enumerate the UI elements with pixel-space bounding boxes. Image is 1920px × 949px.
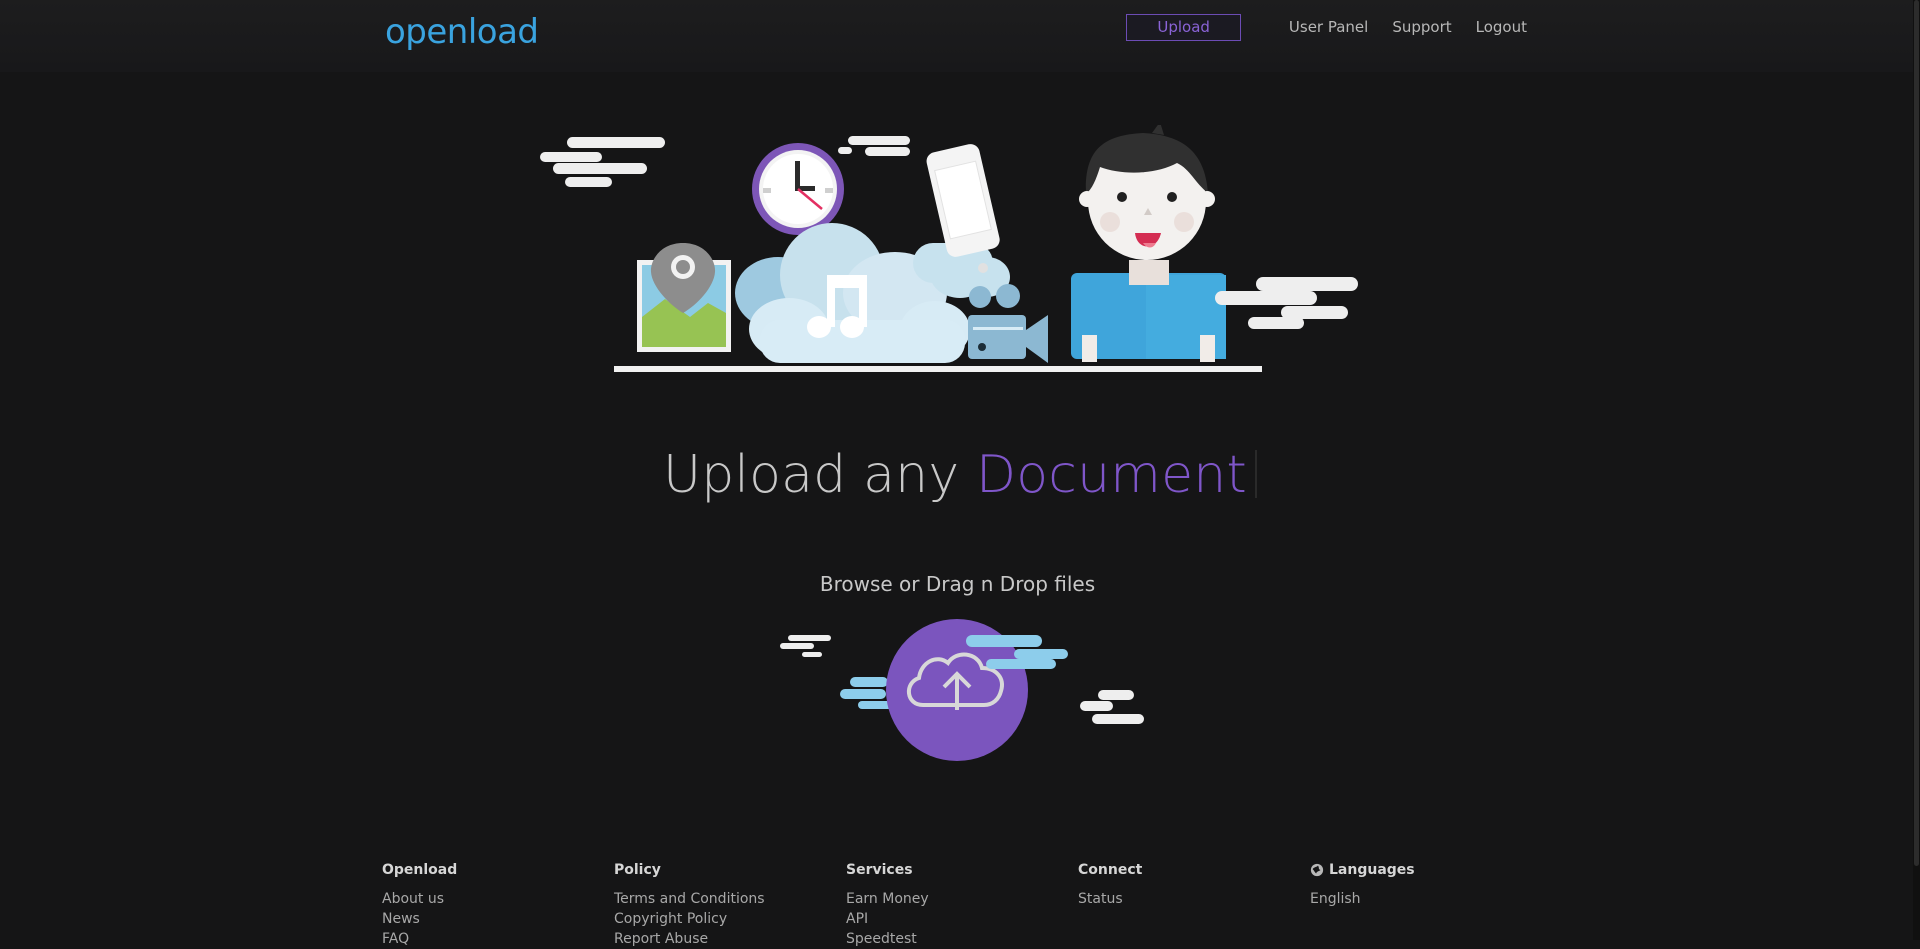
upload-speed-clouds-left <box>780 635 896 709</box>
faq-link[interactable]: FAQ <box>382 929 614 949</box>
text-caret <box>1255 450 1258 498</box>
left-speed-clouds <box>540 137 665 187</box>
site-footer: Openload About us News FAQ Policy Terms … <box>382 862 1542 949</box>
about-us-link[interactable]: About us <box>382 889 614 909</box>
footer-connect-column: Connect Status <box>1078 862 1310 949</box>
footer-services-column: Services Earn Money API Speedtest <box>846 862 1078 949</box>
english-language-link[interactable]: English <box>1310 889 1542 909</box>
footer-services-title: Services <box>846 862 913 878</box>
page-scrollbar[interactable] <box>1913 0 1920 940</box>
browse-drag-drop-prompt[interactable]: Browse or Drag n Drop files <box>0 572 1915 596</box>
footer-languages-title-text: Languages <box>1329 862 1415 878</box>
hero-illustration <box>540 125 1358 372</box>
logout-link[interactable]: Logout <box>1476 14 1527 41</box>
upload-drop-zone[interactable] <box>780 615 1160 765</box>
site-header: openload Upload User Panel Support Logou… <box>0 0 1920 72</box>
status-link[interactable]: Status <box>1078 889 1310 909</box>
support-link[interactable]: Support <box>1392 14 1451 41</box>
illustration-shelf <box>614 366 1262 372</box>
globe-icon <box>1310 863 1324 877</box>
openload-logo[interactable]: openload <box>385 12 539 52</box>
footer-policy-title: Policy <box>614 862 661 878</box>
api-link[interactable]: API <box>846 909 1078 929</box>
footer-languages-title: Languages <box>1310 862 1542 878</box>
photo-frame-icon <box>637 243 731 352</box>
scrollbar-thumb[interactable] <box>1914 0 1919 866</box>
top-navigation: Upload User Panel Support Logout <box>1126 14 1527 41</box>
upload-nav-button[interactable]: Upload <box>1126 14 1241 41</box>
news-link[interactable]: News <box>382 909 614 929</box>
earn-money-link[interactable]: Earn Money <box>846 889 1078 909</box>
footer-openload-column: Openload About us News FAQ <box>382 862 614 949</box>
top-speed-clouds <box>838 136 910 156</box>
video-camera-icon <box>968 284 1048 363</box>
footer-openload-title: Openload <box>382 862 458 878</box>
right-speed-clouds <box>1215 277 1358 329</box>
user-panel-link[interactable]: User Panel <box>1289 14 1368 41</box>
footer-languages-column: Languages English <box>1310 862 1542 949</box>
report-abuse-link[interactable]: Report Abuse <box>614 929 846 949</box>
footer-connect-title: Connect <box>1078 862 1143 878</box>
boy-avatar-illustration <box>1071 125 1226 362</box>
footer-policy-column: Policy Terms and Conditions Copyright Po… <box>614 862 846 949</box>
upload-headline: Upload any Document <box>0 445 1920 505</box>
headline-prefix: Upload any <box>662 445 960 505</box>
copyright-policy-link[interactable]: Copyright Policy <box>614 909 846 929</box>
terms-link[interactable]: Terms and Conditions <box>614 889 846 909</box>
clock-icon <box>752 143 844 235</box>
headline-accent-word: Document <box>976 445 1248 505</box>
logo-text: openload <box>385 12 539 52</box>
phone-icon <box>913 144 1010 298</box>
speedtest-link[interactable]: Speedtest <box>846 929 1078 949</box>
